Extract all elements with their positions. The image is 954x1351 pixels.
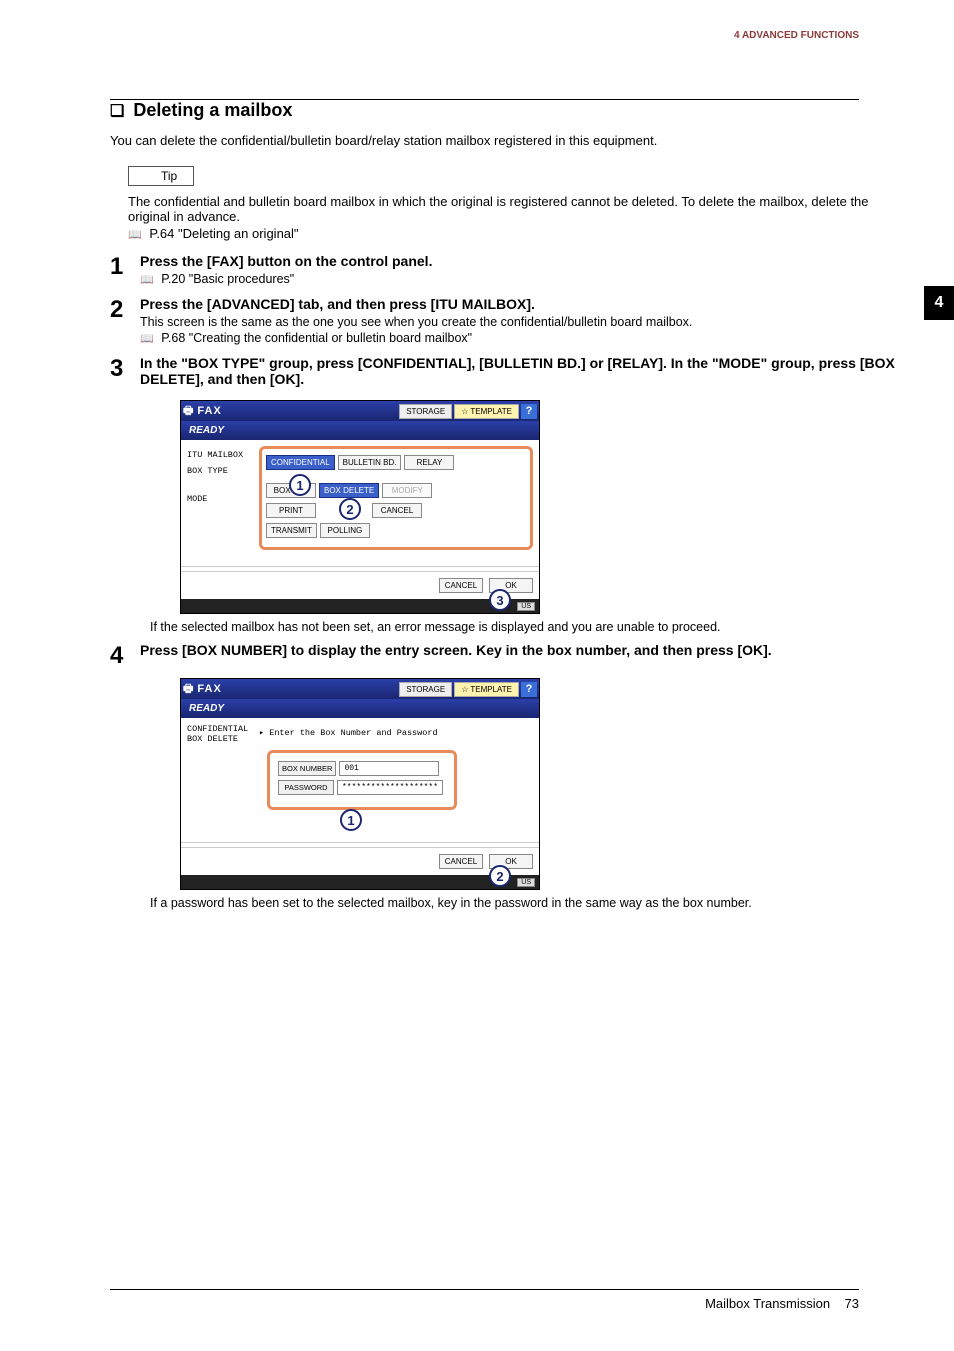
running-header: 4 ADVANCED FUNCTIONS: [110, 30, 904, 49]
callout-2: 2: [489, 865, 511, 887]
transmit-button[interactable]: TRANSMIT: [266, 523, 317, 538]
screenshot-itu-mailbox: 🖶 FAX STORAGE ☆TEMPLATE ? READY ITU MAIL…: [180, 400, 540, 614]
tip-label-box: Tip: [128, 166, 194, 186]
storage-button[interactable]: STORAGE: [399, 682, 452, 697]
step-number: 1: [110, 253, 140, 286]
fax-window-title: FAX: [193, 683, 397, 695]
star-icon: ☆: [461, 407, 468, 416]
storage-button[interactable]: STORAGE: [399, 404, 452, 419]
step-number: 3: [110, 355, 140, 390]
callout-1: 1: [340, 809, 362, 831]
label-confidential: CONFIDENTIAL: [187, 724, 259, 734]
box-number-field[interactable]: 001: [339, 761, 439, 776]
cancel-mode-button[interactable]: CANCEL: [372, 503, 422, 518]
status-bar: 2 US: [181, 875, 539, 889]
step-number: 4: [110, 642, 140, 668]
step-2: 2 Press the [ADVANCED] tab, and then pre…: [110, 296, 904, 345]
label-mode: MODE: [187, 494, 259, 504]
star-icon: ☆: [461, 685, 468, 694]
tip-ref-text: P.64 "Deleting an original": [149, 226, 298, 241]
fax-window-title: FAX: [193, 405, 397, 417]
step-4-title: Press [BOX NUMBER] to display the entry …: [140, 642, 904, 658]
password-field[interactable]: ********************: [337, 780, 443, 795]
tip-text: The confidential and bulletin board mail…: [128, 194, 904, 224]
template-button[interactable]: ☆TEMPLATE: [454, 404, 519, 419]
highlight-box: 1 BOX NUMBER 001 PASSWORD **************…: [267, 750, 457, 810]
footer-section: Mailbox Transmission: [705, 1296, 830, 1311]
polling-button[interactable]: POLLING: [320, 523, 370, 538]
prompt-text: Enter the Box Number and Password: [259, 724, 533, 750]
help-button[interactable]: ?: [521, 682, 537, 697]
section-title-text: Deleting a mailbox: [133, 100, 292, 120]
label-itu-mailbox: ITU MAILBOX: [187, 450, 259, 460]
step-3-note: If the selected mailbox has not been set…: [150, 620, 904, 634]
step-2-sub: This screen is the same as the one you s…: [140, 315, 904, 329]
step-1: 1 Press the [FAX] button on the control …: [110, 253, 904, 286]
fax-icon: 🖶: [183, 680, 193, 699]
confidential-button[interactable]: CONFIDENTIAL: [266, 455, 335, 470]
ready-status: READY: [181, 699, 539, 718]
step-number: 2: [110, 296, 140, 345]
book-icon: [140, 331, 158, 345]
cancel-button[interactable]: CANCEL: [439, 578, 483, 593]
template-button[interactable]: ☆TEMPLATE: [454, 682, 519, 697]
step-2-ref: P.68 "Creating the confidential or bulle…: [140, 331, 904, 345]
password-button[interactable]: PASSWORD: [278, 780, 334, 795]
screenshot-box-number: 🖶 FAX STORAGE ☆TEMPLATE ? READY CONFIDEN…: [180, 678, 540, 890]
step-2-title: Press the [ADVANCED] tab, and then press…: [140, 296, 904, 312]
callout-2: 2: [339, 498, 361, 520]
section-title: ❏ Deleting a mailbox: [110, 100, 904, 121]
status-us: US: [517, 878, 535, 887]
callout-3: 3: [489, 589, 511, 611]
step-4-note: If a password has been set to the select…: [150, 896, 904, 910]
page-footer: Mailbox Transmission 73: [110, 1289, 859, 1311]
status-bar: 3 US: [181, 599, 539, 613]
step-3-title: In the "BOX TYPE" group, press [CONFIDEN…: [140, 355, 904, 387]
box-number-button[interactable]: BOX NUMBER: [278, 761, 336, 776]
help-button[interactable]: ?: [521, 404, 537, 419]
fax-icon: 🖶: [183, 402, 193, 421]
section-intro: You can delete the confidential/bulletin…: [110, 133, 904, 148]
bullet-square-icon: ❏: [110, 103, 124, 120]
step-4: 4 Press [BOX NUMBER] to display the entr…: [110, 642, 904, 668]
modify-button[interactable]: MODIFY: [382, 483, 432, 498]
step-1-title: Press the [FAX] button on the control pa…: [140, 253, 904, 269]
tip-ref: P.64 "Deleting an original": [128, 226, 904, 241]
footer-page-number: 73: [845, 1296, 859, 1311]
book-icon: [140, 272, 158, 286]
print-button[interactable]: PRINT: [266, 503, 316, 518]
relay-button[interactable]: RELAY: [404, 455, 454, 470]
box-delete-button[interactable]: BOX DELETE: [319, 483, 379, 498]
cancel-button[interactable]: CANCEL: [439, 854, 483, 869]
step-3: 3 In the "BOX TYPE" group, press [CONFID…: [110, 355, 904, 390]
step-1-ref: P.20 "Basic procedures": [140, 272, 904, 286]
callout-1: 1: [289, 474, 311, 496]
label-box-delete: BOX DELETE: [187, 734, 259, 744]
highlight-box: CONFIDENTIAL BULLETIN BD. RELAY BOX SET …: [259, 446, 533, 550]
book-icon: [128, 226, 146, 241]
bulletin-bd-button[interactable]: BULLETIN BD.: [338, 455, 402, 470]
status-us: US: [517, 602, 535, 611]
label-box-type: BOX TYPE: [187, 466, 259, 476]
ready-status: READY: [181, 421, 539, 440]
